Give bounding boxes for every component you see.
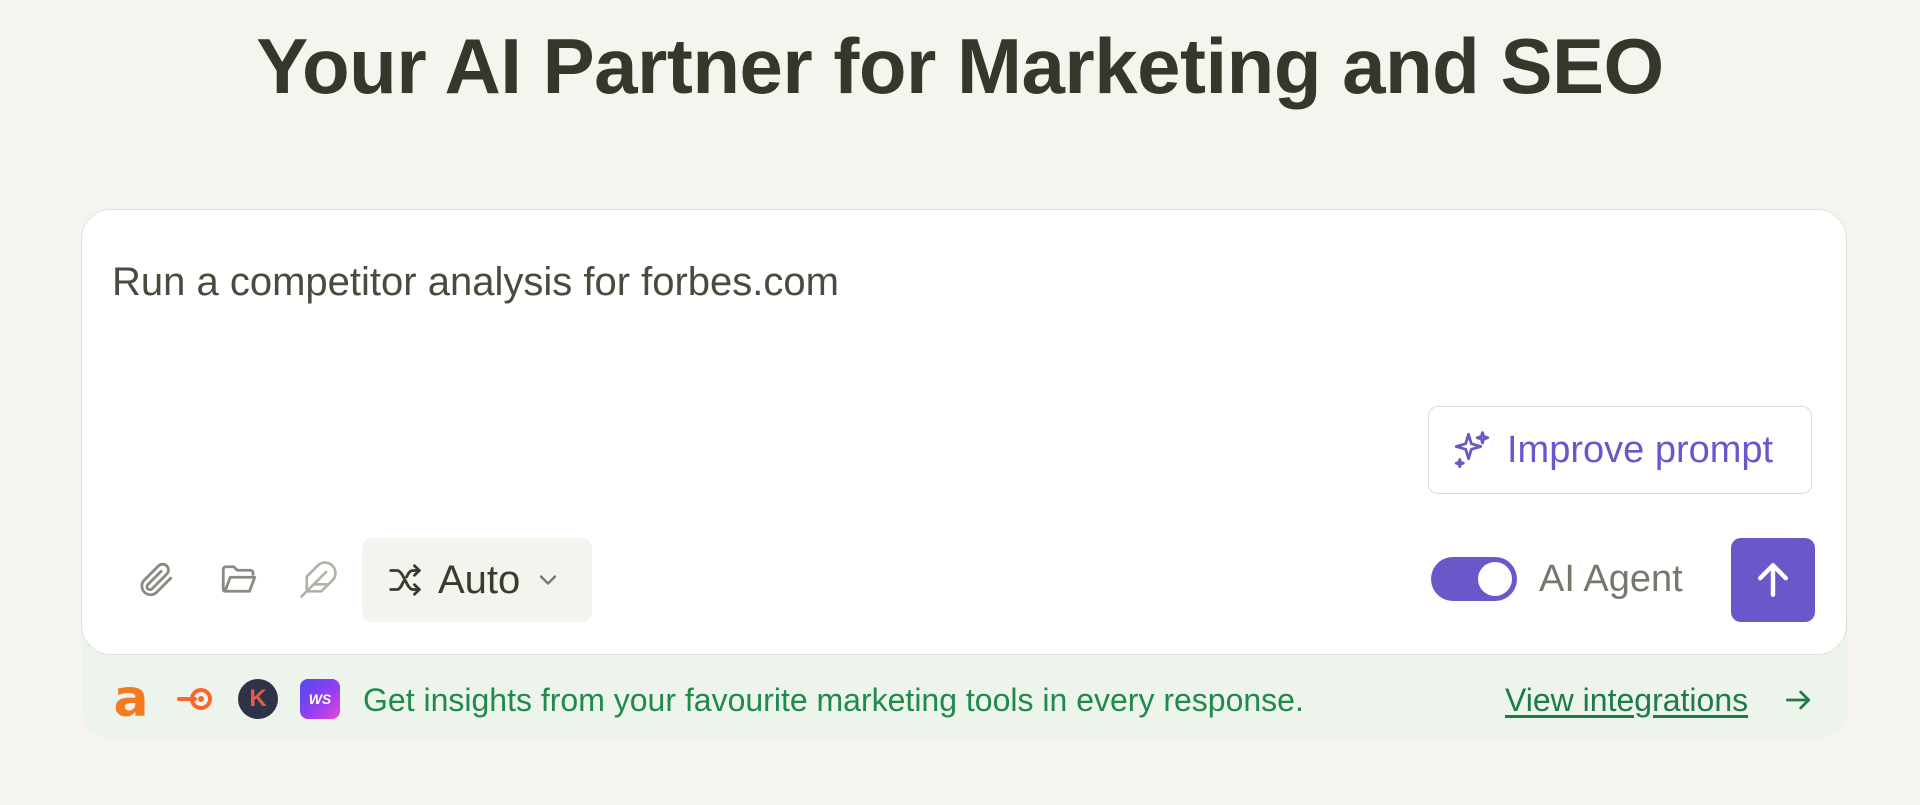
page-title: Your AI Partner for Marketing and SEO — [256, 22, 1664, 110]
model-select-value: Auto — [438, 557, 521, 602]
integrations-message: Get insights from your favourite marketi… — [363, 682, 1304, 718]
semrush-logo — [175, 679, 215, 719]
prompt-input[interactable]: Run a competitor analysis for forbes.com — [112, 258, 839, 306]
folder-icon — [221, 565, 257, 593]
view-integrations-link[interactable]: View integrations — [1505, 678, 1748, 722]
folder-button[interactable] — [216, 556, 262, 602]
ahrefs-logo: a — [113, 669, 149, 729]
send-button[interactable] — [1731, 538, 1815, 622]
model-select[interactable]: Auto — [362, 538, 592, 622]
arrow-up-icon — [1757, 563, 1789, 597]
improve-prompt-button[interactable]: Improve prompt — [1428, 406, 1812, 494]
ai-agent-toggle[interactable] — [1431, 557, 1517, 601]
shuffle-icon — [389, 564, 421, 596]
toggle-knob — [1478, 562, 1512, 596]
arrow-right-icon[interactable] — [1782, 684, 1814, 716]
feather-icon — [300, 561, 337, 598]
attach-button[interactable] — [132, 556, 178, 602]
prompt-composer: Run a competitor analysis for forbes.com… — [81, 209, 1847, 655]
sparkles-icon — [1454, 431, 1490, 469]
chevron-down-icon — [540, 575, 557, 585]
paperclip-icon — [140, 562, 173, 597]
ws-logo: WS — [300, 679, 340, 719]
ai-agent-label: AI Agent — [1539, 558, 1683, 600]
k-logo: K — [238, 679, 278, 719]
improve-prompt-label: Improve prompt — [1507, 428, 1774, 471]
brand-voice-button[interactable] — [296, 556, 342, 602]
